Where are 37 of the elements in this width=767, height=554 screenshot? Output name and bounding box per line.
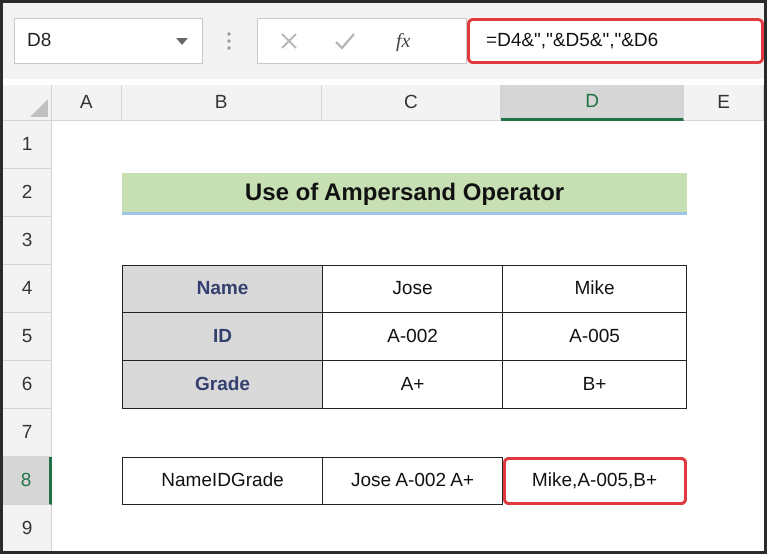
table-cell: Grade (122, 361, 323, 409)
cancel-icon[interactable] (280, 32, 298, 50)
table-cell: Jose (323, 265, 503, 313)
row-header[interactable]: 9 (3, 505, 52, 551)
dropdown-caret-icon[interactable] (176, 38, 188, 44)
row-header[interactable]: 4 (3, 265, 52, 313)
row-header[interactable]: 5 (3, 313, 52, 361)
row-header[interactable]: 6 (3, 361, 52, 409)
row-header[interactable]: 1 (3, 121, 52, 169)
formula-field[interactable]: =D4&","&D5&","&D6 (467, 18, 764, 64)
column-header[interactable]: A (52, 85, 122, 121)
table-cell: ID (122, 313, 323, 361)
name-box[interactable]: D8 (14, 18, 203, 64)
column-header[interactable]: C (322, 85, 502, 121)
table-cell: A-002 (323, 313, 503, 361)
drag-handle-icon[interactable] (227, 32, 231, 50)
insert-function-button[interactable]: fx (396, 30, 410, 52)
table-cell: Name (122, 265, 323, 313)
table-cell: A-005 (503, 313, 687, 361)
row-header[interactable]: 2 (3, 169, 52, 217)
column-header[interactable]: E (684, 85, 764, 121)
title-cell: Use of Ampersand Operator (122, 173, 687, 215)
row-header[interactable]: 8 (3, 457, 52, 505)
table-cell: NameIDGrade (122, 457, 323, 505)
column-header[interactable]: D (501, 85, 684, 121)
table-cell: B+ (503, 361, 687, 409)
row-header[interactable]: 7 (3, 409, 52, 457)
row-header[interactable]: 3 (3, 217, 52, 265)
check-icon[interactable] (334, 32, 356, 50)
table-cell: Jose A-002 A+ (323, 457, 503, 505)
column-header[interactable]: B (122, 85, 322, 121)
select-all-button[interactable] (3, 85, 52, 121)
table-cell: Mike,A-005,B+ (503, 457, 687, 505)
table-cell: A+ (323, 361, 503, 409)
cell-reference: D8 (27, 30, 52, 52)
corner-triangle-icon (30, 99, 48, 117)
table-cell: Mike (503, 265, 687, 313)
